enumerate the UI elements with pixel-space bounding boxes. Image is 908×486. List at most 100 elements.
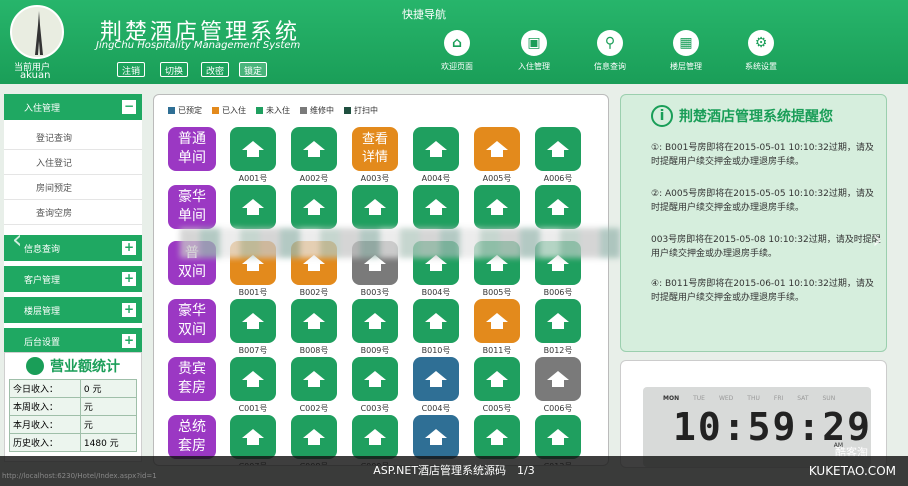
room-tile[interactable] <box>230 357 276 401</box>
room-tile[interactable] <box>352 299 398 343</box>
nav-checkin-label: 入住管理 <box>518 62 550 71</box>
room-number-label: A006号 <box>543 174 573 183</box>
room-number-label: B012号 <box>543 346 573 355</box>
revenue-label: 本周收入： <box>9 397 81 416</box>
room-tile[interactable] <box>413 185 459 229</box>
room-type-line2: 单间 <box>178 150 206 166</box>
weekday-label: WED <box>718 395 734 402</box>
room-tile[interactable] <box>535 299 581 343</box>
sidebar-item-checkin-register[interactable]: 入住登记 <box>4 150 142 175</box>
sidebar-section-label: 后台设置 <box>24 337 61 348</box>
room-tile[interactable] <box>474 415 520 459</box>
room-type-button[interactable]: 普通 单间 <box>168 127 216 171</box>
app-header: 当前用户 akuan 荆楚酒店管理系统 JingChu Hospitality … <box>0 0 908 84</box>
lock-button[interactable]: 锁定 <box>239 62 268 77</box>
house-body <box>552 379 564 387</box>
switch-user-button[interactable]: 切换 <box>160 62 189 77</box>
room-type-button[interactable]: 豪华 双间 <box>168 299 216 343</box>
collapse-icon[interactable]: − <box>122 100 136 114</box>
house-body <box>430 437 442 445</box>
room-type-button[interactable]: 总统 套房 <box>168 415 216 459</box>
room-status-panel: 已预定已入住未入住维修中打扫中 普通单间豪华单间普双间豪华双间贵宾套房总统套房A… <box>153 94 609 466</box>
grid-icon: ▦ <box>673 30 699 56</box>
room-tile[interactable] <box>230 415 276 459</box>
nav-floor-label: 楼层管理 <box>670 62 702 71</box>
sidebar-section-label: 入住管理 <box>24 103 61 114</box>
nav-welcome-label: 欢迎页面 <box>441 62 473 71</box>
room-tile[interactable] <box>413 299 459 343</box>
room-tile[interactable] <box>291 415 337 459</box>
room-tile[interactable] <box>291 299 337 343</box>
sidebar-item-registration-query[interactable]: 登记查询 <box>4 125 142 150</box>
change-password-button[interactable]: 改密 <box>201 62 230 77</box>
room-type-button[interactable]: 贵宾 套房 <box>168 357 216 401</box>
room-tile[interactable] <box>352 185 398 229</box>
room-tile[interactable] <box>474 127 520 171</box>
room-tile[interactable] <box>535 127 581 171</box>
table-row: 本周收入： 元 <box>9 397 138 416</box>
house-body <box>552 321 564 329</box>
sidebar-section-info-query[interactable]: 信息查询 + <box>4 235 142 261</box>
house-icon <box>425 371 447 387</box>
expand-icon[interactable]: + <box>122 303 136 317</box>
app-subtitle: JingChu Hospitality Management System <box>96 40 301 51</box>
nav-search[interactable]: ⚲ 信息查询 <box>575 30 645 72</box>
house-icon <box>303 371 325 387</box>
current-user-name: akuan <box>20 70 51 81</box>
room-tile[interactable] <box>230 185 276 229</box>
expand-icon[interactable]: + <box>122 241 136 255</box>
house-body <box>247 263 259 271</box>
sidebar-section-floors[interactable]: 楼层管理 + <box>4 297 142 323</box>
room-tile[interactable] <box>230 127 276 171</box>
expand-icon[interactable]: + <box>122 334 136 348</box>
house-body <box>552 263 564 271</box>
sidebar-item-vacant-rooms[interactable]: 查询空房 <box>4 200 142 225</box>
house-body <box>430 321 442 329</box>
room-tile[interactable] <box>291 127 337 171</box>
room-number-label: B006号 <box>543 288 573 297</box>
room-type-line2: 双间 <box>178 322 206 338</box>
house-icon <box>547 429 569 445</box>
room-tile[interactable] <box>474 357 520 401</box>
weekday-label: SAT <box>797 395 809 402</box>
weekday-label: FRI <box>773 395 784 402</box>
room-tile[interactable] <box>535 357 581 401</box>
nav-welcome[interactable]: ⌂ 欢迎页面 <box>422 30 492 72</box>
reminder-item: 003号房即将在2015-05-08 10:10:32过期，请及时提醒用户续交押… <box>651 235 881 259</box>
house-icon <box>364 199 386 215</box>
room-tile[interactable] <box>535 185 581 229</box>
room-tile[interactable] <box>474 185 520 229</box>
nav-search-label: 信息查询 <box>594 62 626 71</box>
room-tile[interactable] <box>291 185 337 229</box>
room-tile[interactable] <box>230 299 276 343</box>
previous-arrow-icon[interactable]: ‹ <box>12 225 22 255</box>
reminder-item: ④: B011号房即将在2015-06-01 10:10:32过期，请及时提醒用… <box>651 279 874 303</box>
sidebar-section-checkin[interactable]: 入住管理 − <box>4 94 142 120</box>
room-number-label: C002号 <box>299 404 329 413</box>
room-tile[interactable] <box>413 415 459 459</box>
room-tile[interactable] <box>474 299 520 343</box>
sidebar-section-admin[interactable]: 后台设置 + <box>4 328 142 354</box>
room-tile[interactable] <box>413 127 459 171</box>
expand-icon[interactable]: + <box>122 272 136 286</box>
view-details-button[interactable]: 查看 详情 <box>352 127 398 171</box>
table-row: 历史收入： 1480 元 <box>9 433 138 452</box>
nav-checkin[interactable]: ▣ 入住管理 <box>499 30 569 72</box>
next-arrow-icon[interactable]: › <box>872 225 882 255</box>
logout-button[interactable]: 注销 <box>117 62 146 77</box>
nav-floor[interactable]: ▦ 楼层管理 <box>651 30 721 72</box>
sidebar-section-customers[interactable]: 客户管理 + <box>4 266 142 292</box>
house-body <box>247 379 259 387</box>
table-row: 今日收入： 0 元 <box>9 379 138 398</box>
room-tile[interactable] <box>413 357 459 401</box>
room-number-label: B003号 <box>360 288 390 297</box>
room-tile[interactable] <box>352 357 398 401</box>
room-tile[interactable] <box>535 415 581 459</box>
revenue-table: 今日收入： 0 元 本周收入： 元 本月收入： 元 历史收入： 1480 元 <box>9 379 138 452</box>
room-type-button[interactable]: 豪华 单间 <box>168 185 216 229</box>
revenue-value: 0 元 <box>79 379 138 398</box>
room-tile[interactable] <box>352 415 398 459</box>
nav-settings[interactable]: ⚙ 系统设置 <box>726 30 796 72</box>
sidebar-item-room-booking[interactable]: 房间预定 <box>4 175 142 200</box>
room-tile[interactable] <box>291 357 337 401</box>
